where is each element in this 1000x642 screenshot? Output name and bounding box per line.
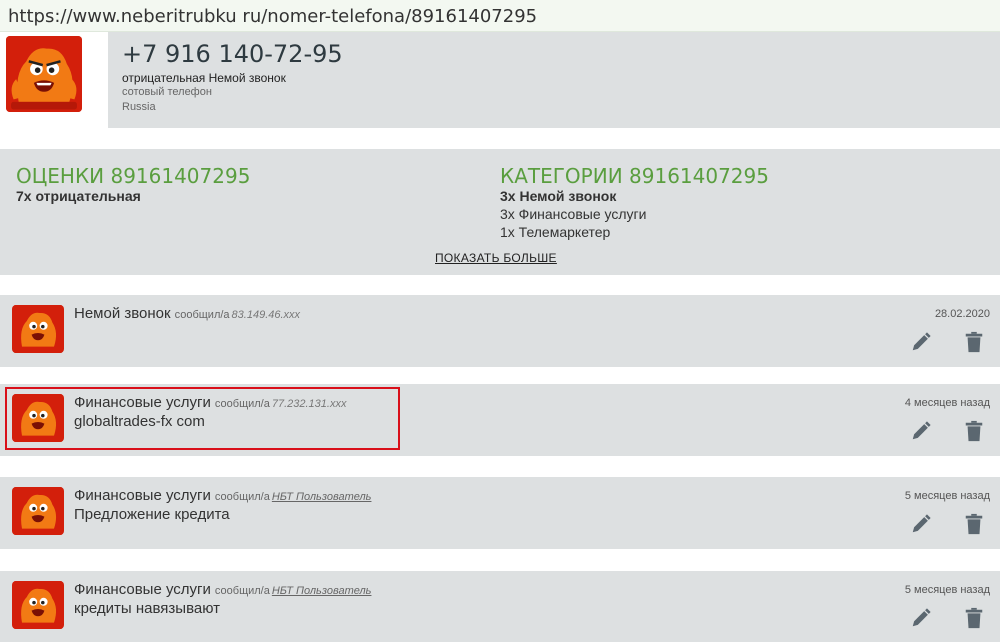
trash-icon (965, 420, 983, 442)
url-text[interactable]: https://www.neberitrubku ru/nomer-telefo… (8, 6, 537, 27)
comment-date: 5 месяцев назад (904, 584, 990, 596)
delete-button[interactable] (963, 513, 985, 535)
browser-address-bar[interactable]: https://www.neberitrubku ru/nomer-telefo… (0, 0, 1000, 32)
reported-label: сообщил/а (214, 585, 270, 597)
pencil-icon (912, 514, 931, 533)
commenter-avatar (12, 487, 64, 535)
stats-panel: ОЦЕНКИ 89161407295 7x отрицательная КАТЕ… (0, 149, 1000, 275)
delete-button[interactable] (963, 420, 985, 442)
category-item: 1x Телемаркетер (500, 224, 611, 240)
comment-date: 28.02.2020 (934, 308, 990, 320)
comment-category: Финансовые услуги (74, 581, 211, 598)
trash-icon (965, 607, 983, 629)
comment-date: 5 месяцев назад (904, 490, 990, 502)
category-item: 3x Финансовые услуги (500, 206, 647, 222)
show-more-link[interactable]: ПОКАЗАТЬ БОЛЬШЕ (435, 251, 557, 265)
categories-title: КАТЕГОРИИ 89161407295 (500, 164, 769, 188)
comment-card: Немой звонок сообщил/а 83.149.46.xxx 28.02… (0, 295, 1000, 367)
comment-text: Предложение кредита (74, 506, 230, 523)
comment-header: Немой звонок сообщил/а 83.149.46.xxx (74, 305, 300, 323)
mascot-avatar-icon (14, 487, 62, 535)
category-item: 3x Немой звонок (500, 188, 617, 204)
reporter-user-link[interactable]: НБТ Пользователь (272, 491, 372, 503)
pencil-icon (912, 421, 931, 440)
phone-rating-summary: отрицательная Немой звонок (122, 71, 286, 85)
comment-header: Финансовые услуги сообщил/а НБТ Пользовате… (74, 487, 371, 505)
mascot-avatar-icon (6, 36, 82, 112)
delete-button[interactable] (963, 331, 985, 353)
comment-category: Немой звонок (74, 305, 171, 322)
ratings-title: ОЦЕНКИ 89161407295 (16, 164, 251, 188)
comment-category: Финансовые услуги (74, 487, 211, 504)
highlight-annotation (5, 387, 400, 450)
edit-button[interactable] (910, 607, 932, 629)
edit-button[interactable] (910, 331, 932, 353)
reported-label: сообщил/а (214, 491, 270, 503)
pencil-icon (912, 608, 931, 627)
comment-text: кредиты навязывают (74, 600, 221, 617)
comment-card: Финансовые услуги сообщил/а НБТ Пользовате… (0, 477, 1000, 549)
comment-header: Финансовые услуги сообщил/а НБТ Пользовате… (74, 581, 371, 599)
reporter-user-link[interactable]: НБТ Пользователь (272, 585, 372, 597)
edit-button[interactable] (910, 420, 932, 442)
phone-avatar (6, 36, 82, 112)
reporter-ip: 83.149.46.xxx (231, 309, 301, 321)
mascot-avatar-icon (14, 581, 62, 629)
commenter-avatar (12, 305, 64, 353)
trash-icon (965, 331, 983, 353)
rating-item: 7x отрицательная (16, 188, 141, 204)
comment-card: Финансовые услуги сообщил/а НБТ Пользовате… (0, 571, 1000, 642)
phone-type: сотовый телефон (122, 86, 212, 98)
phone-number-title: +7 916 140-72-95 (122, 40, 343, 68)
edit-button[interactable] (910, 513, 932, 535)
reported-label: сообщил/а (174, 309, 230, 321)
delete-button[interactable] (963, 607, 985, 629)
phone-info-panel: +7 916 140-72-95 отрицательная Немой зво… (108, 32, 1000, 128)
commenter-avatar (12, 581, 64, 629)
mascot-avatar-icon (14, 305, 62, 353)
phone-country: Russia (122, 101, 156, 113)
pencil-icon (912, 332, 931, 351)
trash-icon (965, 513, 983, 535)
comment-date: 4 месяцев назад (904, 397, 990, 409)
